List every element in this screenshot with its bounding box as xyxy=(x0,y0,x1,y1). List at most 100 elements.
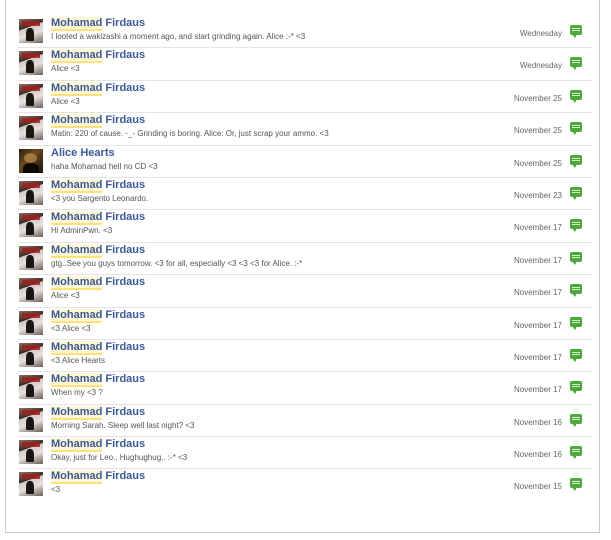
message-row[interactable]: Mohamad Firdaus <3 Alice <3 November 17 xyxy=(18,308,592,340)
sender-last-name: Firdaus xyxy=(105,405,146,418)
sender-name-link[interactable]: Mohamad Firdaus xyxy=(51,276,146,291)
reply-icon-lines xyxy=(572,92,580,94)
avatar[interactable] xyxy=(19,180,43,205)
sender-name-link[interactable]: Mohamad Firdaus xyxy=(51,340,145,355)
reply-speech-bubble-icon[interactable] xyxy=(570,89,582,103)
reply-speech-bubble-icon[interactable] xyxy=(570,25,582,38)
message-date: Wednesday xyxy=(519,29,562,38)
message-date: November 16 xyxy=(513,417,562,427)
message-row[interactable]: Mohamad Firdaus When my <3 ? November 17 xyxy=(18,372,592,405)
avatar[interactable] xyxy=(19,342,43,367)
sender-first-name: Mohamad xyxy=(51,308,103,323)
sender-last-name: Firdaus xyxy=(105,49,146,62)
sender-first-name: Mohamad xyxy=(51,243,103,258)
reply-icon-lines xyxy=(572,157,580,159)
sender-first-name: Mohamad xyxy=(51,211,103,226)
reply-speech-bubble-icon[interactable] xyxy=(570,122,582,136)
sender-name-link[interactable]: Mohamad Firdaus xyxy=(51,470,146,485)
sender-name-link[interactable]: Alice Hearts xyxy=(51,147,115,160)
message-row[interactable]: Mohamad Firdaus Okay, just for Leo.. Hugh… xyxy=(18,437,592,470)
message-row[interactable]: Mohamad Firdaus Alice <3 November 17 xyxy=(18,275,592,308)
message-date: November 23 xyxy=(513,190,562,200)
avatar[interactable] xyxy=(19,51,43,76)
reply-icon-lines xyxy=(572,384,580,386)
sender-name-link[interactable]: Mohamad Firdaus xyxy=(51,438,146,453)
sender-last-name: Firdaus xyxy=(105,470,146,483)
message-snippet: <3 Alice <3 xyxy=(51,323,91,333)
reply-speech-bubble-icon[interactable] xyxy=(570,446,582,460)
sender-name-link[interactable]: Mohamad Firdaus xyxy=(51,81,145,96)
reply-speech-bubble-icon[interactable] xyxy=(570,478,582,492)
avatar[interactable] xyxy=(19,116,43,141)
message-date: November 17 xyxy=(513,352,562,362)
avatar[interactable] xyxy=(19,440,43,465)
reply-icon-lines xyxy=(572,254,580,256)
sender-name-link[interactable]: Mohamad Firdaus xyxy=(51,211,146,226)
sender-name-link[interactable]: Mohamad Firdaus xyxy=(51,178,145,193)
message-date: November 25 xyxy=(513,126,562,136)
message-row[interactable]: Mohamad Firdaus Morning Sarah. Sleep well… xyxy=(18,405,592,438)
sender-name-link[interactable]: Mohamad Firdaus xyxy=(51,114,145,129)
sender-name-link[interactable]: Mohamad Firdaus xyxy=(51,243,146,258)
sender-first-name: Mohamad xyxy=(51,438,103,453)
sender-name-link[interactable]: Mohamad Firdaus xyxy=(51,308,145,323)
message-date: Wednesday xyxy=(519,61,562,71)
message-snippet: haha Mohamad hell no CD <3 xyxy=(51,161,158,171)
reply-speech-bubble-icon[interactable] xyxy=(570,186,582,200)
message-row[interactable]: Alice Hearts haha Mohamad hell no CD <3 No… xyxy=(18,146,592,178)
sender-last-name: Firdaus xyxy=(105,438,146,451)
message-snippet: gtg..See you guys tomorrow. <3 for all, … xyxy=(51,258,303,268)
message-snippet: Matin: 220 of cause. -_- Grinding is bor… xyxy=(51,129,329,139)
reply-icon-lines xyxy=(572,60,580,62)
avatar[interactable] xyxy=(19,472,43,497)
reply-icon-lines xyxy=(572,319,580,321)
reply-speech-bubble-icon[interactable] xyxy=(570,413,582,427)
avatar[interactable] xyxy=(19,148,43,173)
sender-last-name: Firdaus xyxy=(105,243,146,256)
message-row[interactable]: Mohamad Firdaus I looted a wakizashi a mo… xyxy=(18,16,592,49)
message-snippet: Hi AdminPwn. <3 xyxy=(51,226,113,236)
reply-speech-bubble-icon[interactable] xyxy=(570,381,582,395)
sender-name-link[interactable]: Mohamad Firdaus xyxy=(51,405,146,420)
avatar[interactable] xyxy=(19,375,43,400)
avatar[interactable] xyxy=(19,83,43,108)
message-snippet: <3 you Sargento Leonardo. xyxy=(51,193,149,203)
reply-speech-bubble-icon[interactable] xyxy=(570,316,582,330)
sender-first-name: Mohamad xyxy=(51,81,103,96)
message-row[interactable]: Mohamad Firdaus gtg..See you guys tomorro… xyxy=(18,243,592,276)
reply-speech-bubble-icon[interactable] xyxy=(570,57,582,71)
message-row[interactable]: Mohamad Firdaus Hi AdminPwn. <3 November 1… xyxy=(18,210,592,243)
sender-last-name: Firdaus xyxy=(105,276,146,289)
message-snippet: Alice <3 xyxy=(51,64,80,74)
message-row[interactable]: Mohamad Firdaus Alice <3 Wednesday xyxy=(18,48,592,81)
avatar[interactable] xyxy=(19,278,43,303)
avatar[interactable] xyxy=(19,245,43,270)
reply-icon-lines xyxy=(572,416,580,418)
reply-speech-bubble-icon[interactable] xyxy=(570,251,582,265)
avatar[interactable] xyxy=(19,213,43,238)
message-date: November 17 xyxy=(513,223,562,233)
sender-name-link[interactable]: Mohamad Firdaus xyxy=(51,49,146,64)
reply-speech-bubble-icon[interactable] xyxy=(570,284,582,298)
avatar[interactable] xyxy=(19,407,43,432)
message-row[interactable]: Mohamad Firdaus Alice <3 November 25 xyxy=(18,81,592,114)
sender-name-link[interactable]: Mohamad Firdaus xyxy=(51,17,145,31)
message-row[interactable]: Mohamad Firdaus Matin: 220 of cause. -_- … xyxy=(18,113,592,146)
reply-speech-bubble-icon[interactable] xyxy=(570,154,582,168)
message-snippet: Morning Sarah. Sleep well last night? <3 xyxy=(51,420,195,430)
sender-last-name: Hearts xyxy=(80,146,115,159)
message-row[interactable]: Mohamad Firdaus <3 you Sargento Leonardo.… xyxy=(18,178,592,211)
avatar[interactable] xyxy=(19,19,43,43)
avatar[interactable] xyxy=(19,310,43,335)
message-row[interactable]: Mohamad Firdaus <3 November 15 xyxy=(18,469,592,501)
message-date: November 17 xyxy=(513,320,562,330)
message-snippet: I looted a wakizashi a moment ago, and s… xyxy=(51,32,306,41)
message-date: November 15 xyxy=(513,482,562,492)
reply-speech-bubble-icon[interactable] xyxy=(570,219,582,233)
reply-icon-lines xyxy=(572,481,580,483)
message-row[interactable]: Mohamad Firdaus <3 Alice Hearts November 1… xyxy=(18,340,592,373)
reply-speech-bubble-icon[interactable] xyxy=(570,348,582,362)
sender-last-name: Firdaus xyxy=(105,211,146,224)
sender-name-link[interactable]: Mohamad Firdaus xyxy=(51,373,145,388)
message-date: November 17 xyxy=(513,385,562,395)
